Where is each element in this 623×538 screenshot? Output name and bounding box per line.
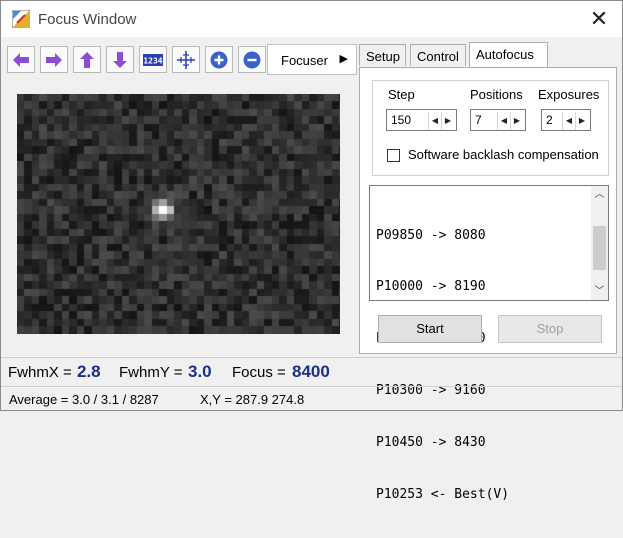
chevron-down-icon[interactable]: ﹀ bbox=[591, 283, 608, 300]
step-label: Step bbox=[388, 87, 415, 102]
star-image-canvas bbox=[17, 94, 340, 334]
step-value: 150 bbox=[391, 113, 412, 127]
autofocus-settings-group: Step 150 ◀ ▶ Positions 7 ◀ ▶ Exposures 2 ◀… bbox=[372, 80, 609, 176]
positions-spinner[interactable]: 7 ◀ ▶ bbox=[470, 109, 526, 131]
chevron-right-icon: ▶ bbox=[339, 53, 348, 65]
spin-left-icon[interactable]: ◀ bbox=[497, 112, 510, 130]
fwhmx-label: FwhmX = bbox=[8, 364, 72, 381]
focus-label: Focus = bbox=[232, 364, 286, 381]
arrow-right-icon[interactable] bbox=[40, 46, 68, 73]
tab-bar: Setup Control Autofocus bbox=[359, 42, 619, 68]
start-button[interactable]: Start bbox=[378, 315, 482, 343]
arrow-up-icon[interactable] bbox=[73, 46, 101, 73]
log-line: P10000 -> 8190 bbox=[376, 279, 486, 295]
spin-right-icon[interactable]: ▶ bbox=[441, 112, 454, 130]
fwhmy-label: FwhmY = bbox=[119, 364, 183, 381]
numbers-icon-text: 1234 bbox=[143, 57, 162, 66]
positions-label: Positions bbox=[470, 87, 523, 102]
title-bar: Focus Window ✕ bbox=[1, 1, 622, 37]
log-line: P10450 -> 8430 bbox=[376, 435, 486, 451]
spin-left-icon[interactable]: ◀ bbox=[428, 112, 441, 130]
positions-value: 7 bbox=[475, 113, 482, 127]
autofocus-panel: Step 150 ◀ ▶ Positions 7 ◀ ▶ Exposures 2 ◀… bbox=[359, 67, 617, 502]
close-icon[interactable]: ✕ bbox=[576, 1, 622, 37]
spin-right-icon[interactable]: ▶ bbox=[575, 112, 588, 130]
exposures-label: Exposures bbox=[538, 87, 600, 102]
tab-setup[interactable]: Setup bbox=[359, 44, 406, 66]
backlash-checkbox[interactable] bbox=[387, 149, 400, 162]
backlash-label: Software backlash compensation bbox=[408, 147, 599, 162]
fwhm-status-bar: FwhmX = 2.8 FwhmY = 3.0 Focus = 8400 bbox=[1, 357, 622, 386]
autofocus-log[interactable]: P09850 -> 8080 P10000 -> 8190 P10150 -> … bbox=[369, 185, 609, 502]
exposures-value: 2 bbox=[546, 113, 553, 127]
star-image-view[interactable] bbox=[17, 94, 340, 334]
app-icon bbox=[12, 10, 30, 28]
focuser-label: Focuser bbox=[281, 53, 328, 68]
exposures-spinner[interactable]: 2 ◀ ▶ bbox=[541, 109, 591, 131]
fwhmx-value: 2.8 bbox=[77, 362, 101, 381]
minus-circle-icon[interactable] bbox=[238, 46, 266, 73]
focus-value: 8400 bbox=[292, 362, 330, 381]
log-scrollbar[interactable]: ︿ ﹀ bbox=[591, 186, 608, 300]
arrow-left-icon[interactable] bbox=[7, 46, 35, 73]
spin-left-icon[interactable]: ◀ bbox=[562, 112, 575, 130]
tab-control[interactable]: Control bbox=[410, 44, 466, 66]
focuser-button[interactable]: Focuser ▶ bbox=[267, 44, 357, 75]
status-bar: Average = 3.0 / 3.1 / 8287 X,Y = 287.9 2… bbox=[1, 386, 622, 411]
chevron-up-icon[interactable]: ︿ bbox=[591, 186, 608, 203]
log-line: P10253 <- Best(V) bbox=[376, 487, 510, 503]
log-line: P09850 -> 8080 bbox=[376, 227, 486, 243]
scrollbar-thumb[interactable] bbox=[593, 226, 606, 270]
step-spinner[interactable]: 150 ◀ ▶ bbox=[386, 109, 457, 131]
xy-readout: X,Y = 287.9 274.8 bbox=[200, 392, 305, 407]
fwhmy-value: 3.0 bbox=[188, 362, 212, 381]
stop-button[interactable]: Stop bbox=[498, 315, 602, 343]
window-title: Focus Window bbox=[38, 11, 137, 28]
arrow-down-icon[interactable] bbox=[106, 46, 134, 73]
spin-right-icon[interactable]: ▶ bbox=[510, 112, 523, 130]
focus-window: Focus Window ✕ 1234 Focuser ▶ Setup Cont… bbox=[0, 0, 623, 502]
crosshair-icon[interactable] bbox=[172, 46, 200, 73]
plus-circle-icon[interactable] bbox=[205, 46, 233, 73]
toolbar: 1234 Focuser ▶ bbox=[7, 44, 357, 75]
tab-autofocus[interactable]: Autofocus bbox=[469, 42, 548, 68]
numbers-icon[interactable]: 1234 bbox=[139, 46, 167, 73]
average-readout: Average = 3.0 / 3.1 / 8287 bbox=[9, 392, 159, 407]
